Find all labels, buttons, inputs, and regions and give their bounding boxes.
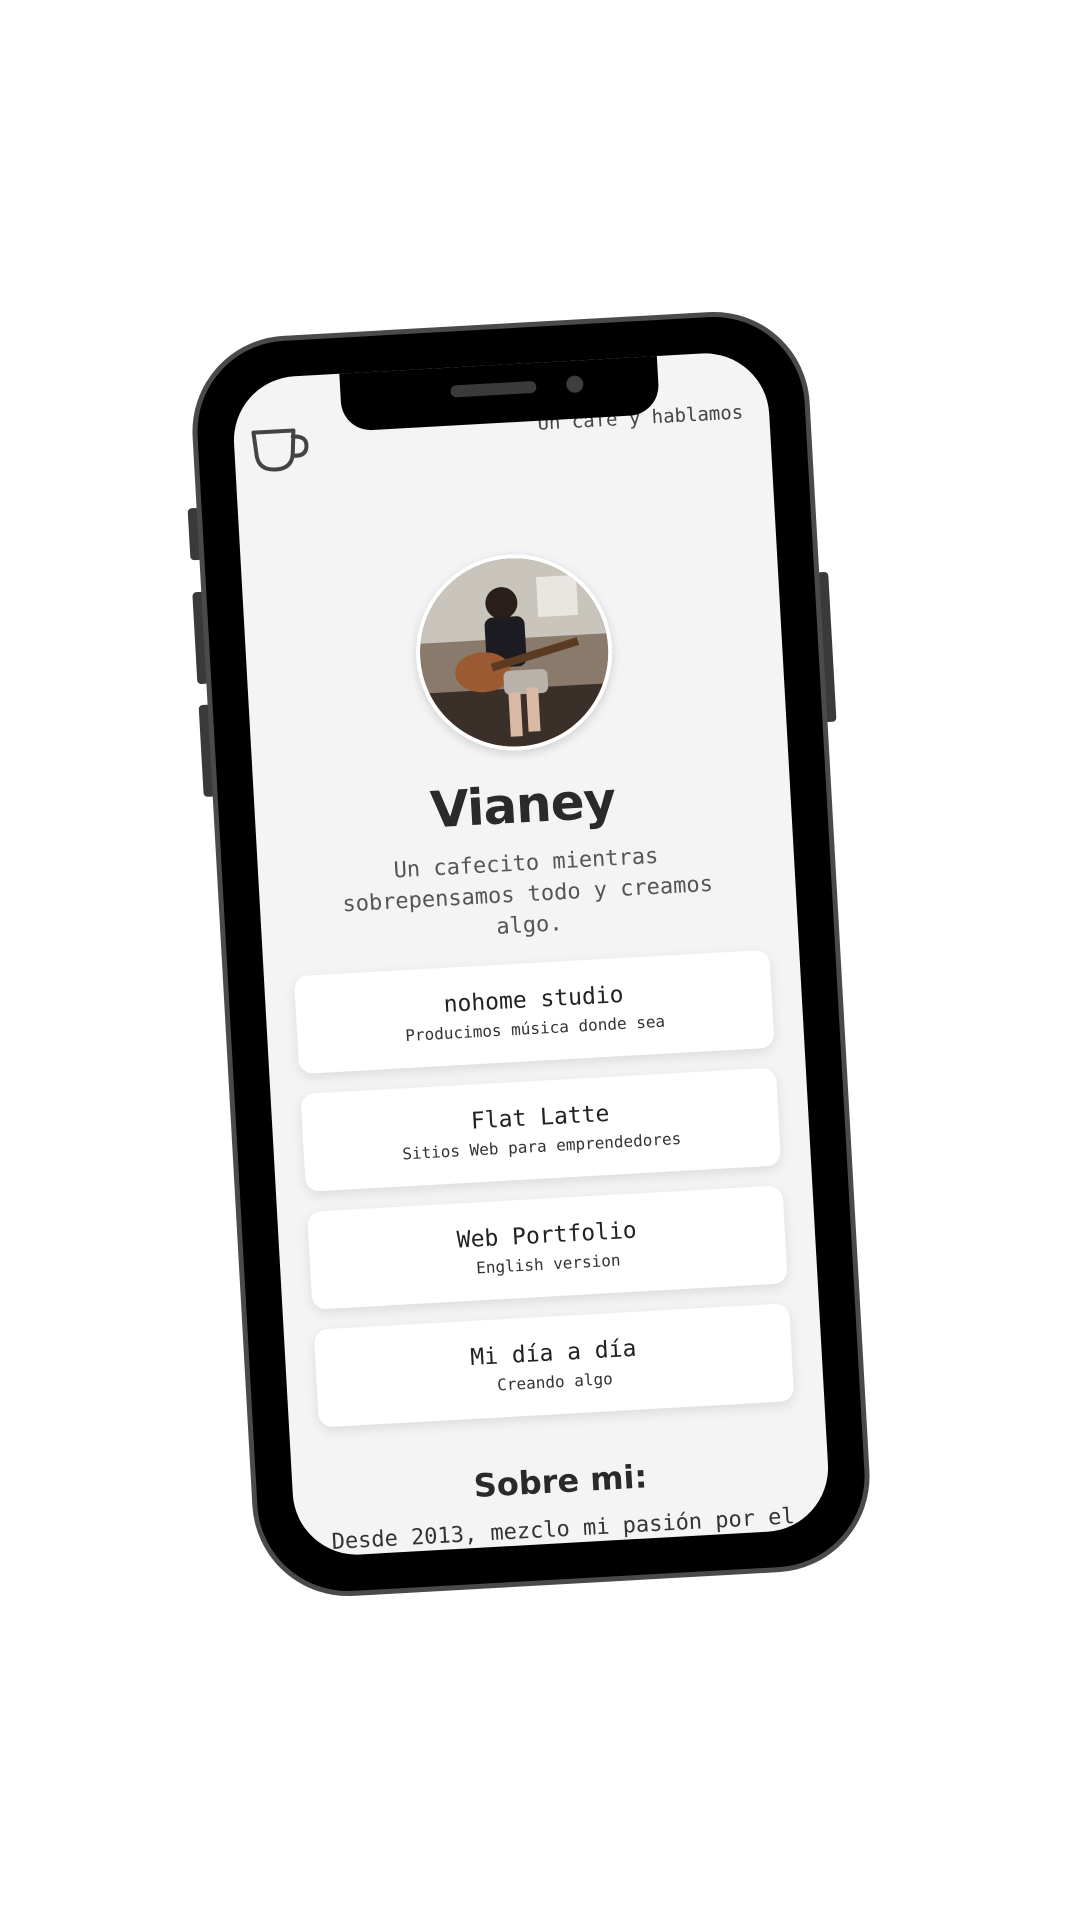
link-title: Web Portfolio [456,1217,638,1254]
link-card-nohome-studio[interactable]: nohome studio Producimos música donde se… [293,949,775,1075]
about-text: Desde 2013, mezclo mi pasión por el café… [331,1504,796,1559]
profile-name: Vianey [428,771,617,840]
speaker-grille [450,380,537,398]
avatar [410,549,618,756]
link-subtitle: Sitios Web para emprendedores [401,1128,682,1163]
front-camera [565,375,584,394]
link-card-web-portfolio[interactable]: Web Portfolio English version [307,1185,788,1310]
coffee-cup-icon[interactable] [247,423,316,477]
link-card-mi-dia-a-dia[interactable]: Mi día a día Creando algo [313,1303,795,1428]
phone-screen: Un café y hablamos Vianey Un cafecito mi… [230,349,832,1559]
link-card-flat-latte[interactable]: Flat Latte Sitios Web para emprendedores [300,1067,782,1192]
phone-frame: Un café y hablamos Vianey Un cafecito mi… [187,306,875,1602]
profile-content: Vianey Un cafecito mientras sobrepensamo… [241,540,831,1558]
link-list: nohome studio Producimos música donde se… [264,948,824,1429]
link-title: Flat Latte [470,1100,610,1135]
profile-bio: Un cafecito mientras sobrepensamos todo … [341,843,714,940]
link-title: nohome studio [442,981,625,1018]
link-subtitle: English version [475,1249,621,1278]
phone-mockup: Un café y hablamos Vianey Un cafecito mi… [187,306,875,1602]
link-title: Mi día a día [469,1335,637,1371]
link-subtitle: Creando algo [496,1368,614,1395]
